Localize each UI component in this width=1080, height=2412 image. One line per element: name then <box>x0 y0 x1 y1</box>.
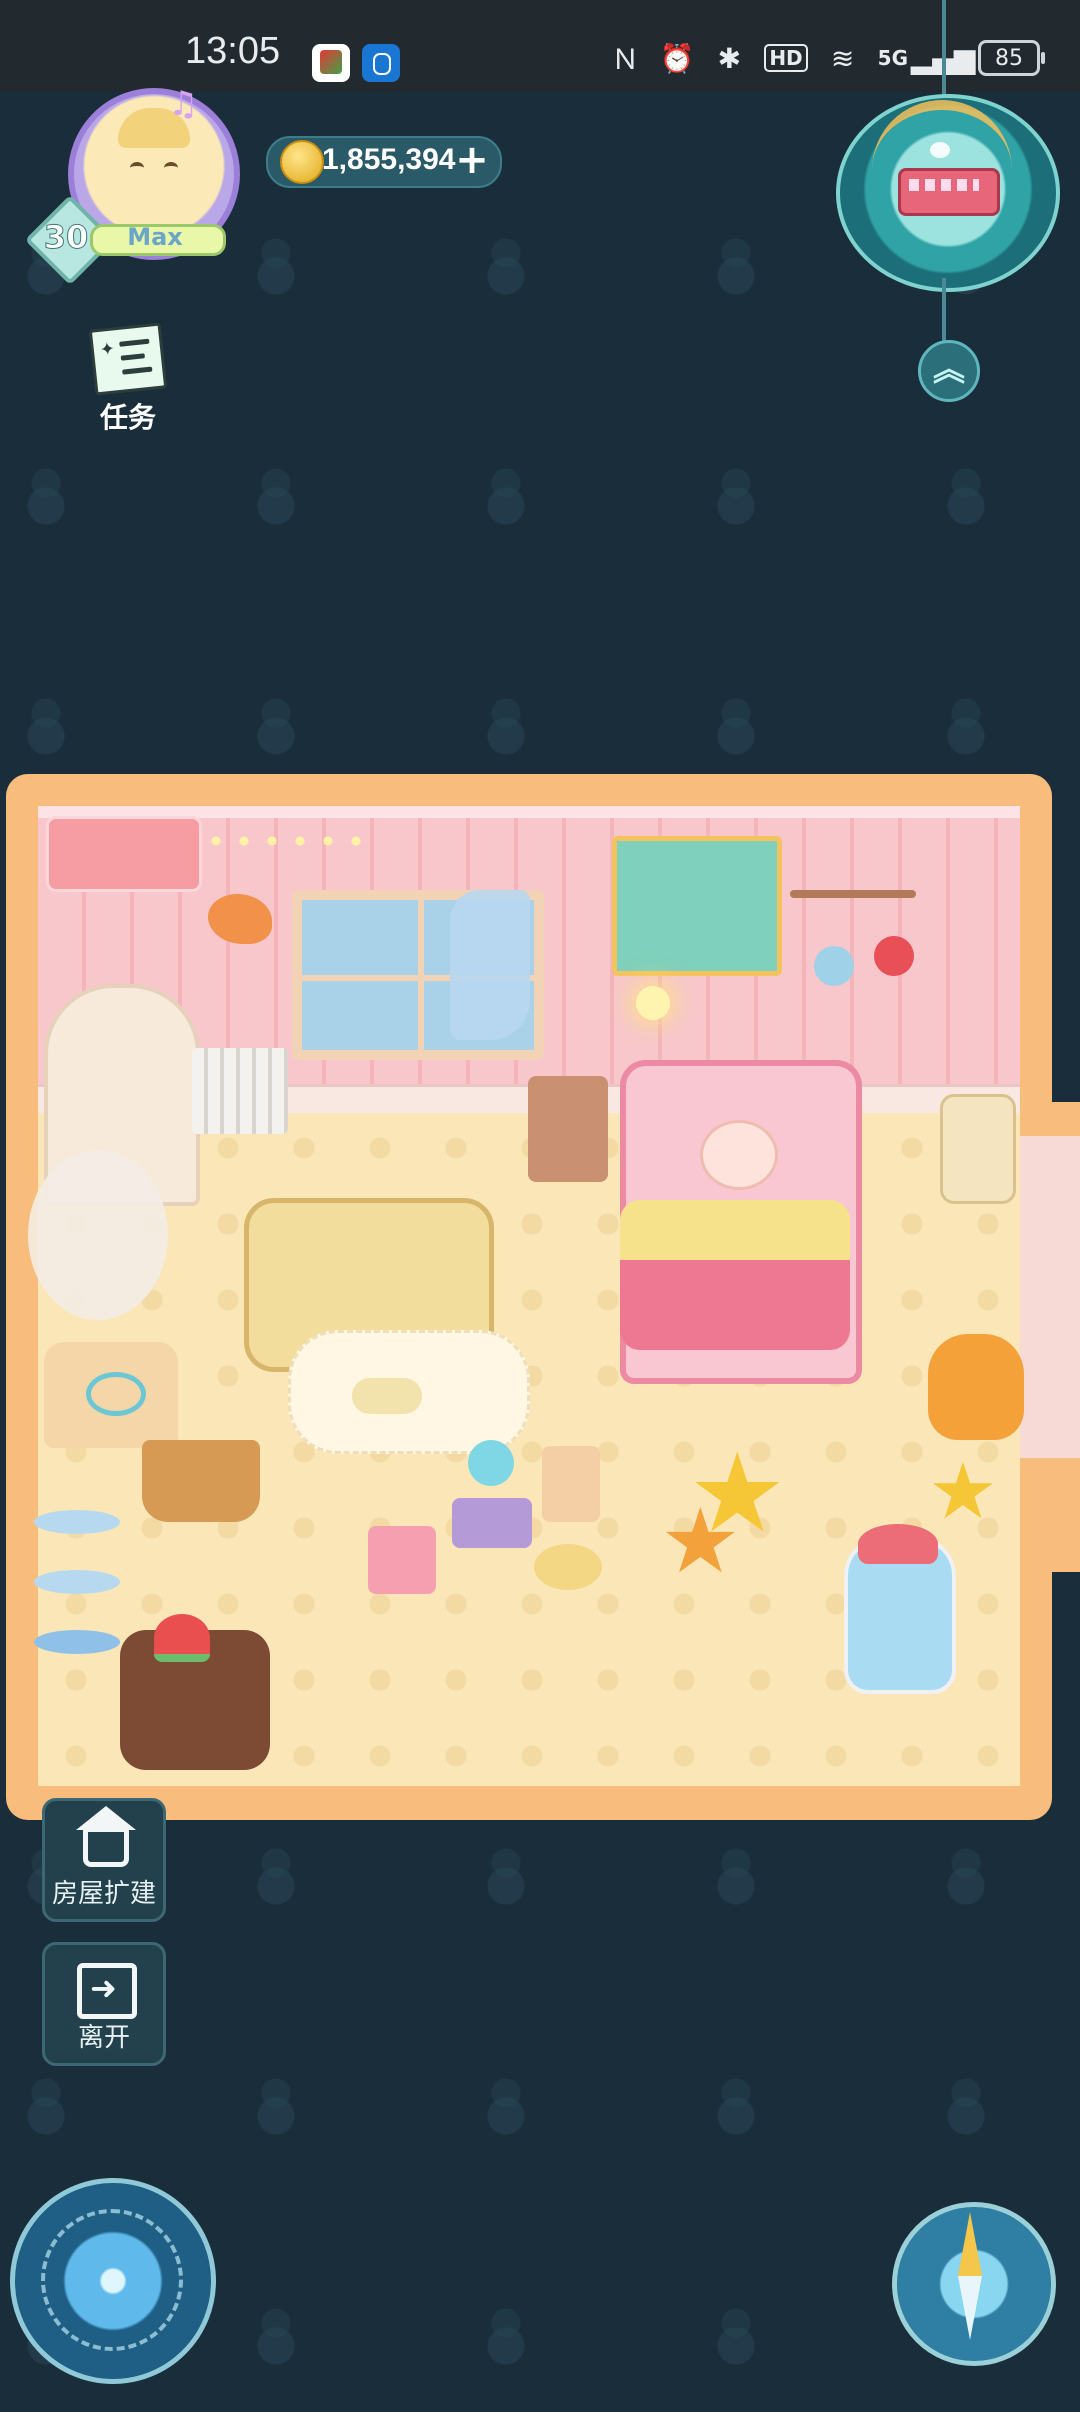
emblem-chain-lower <box>942 278 946 346</box>
status-icons: Ｎ ⏰ ✱ HD ≋ 5G ▂▄▆ 85 <box>608 40 1045 76</box>
compass-needle-icon <box>958 2212 982 2342</box>
wall-lamp[interactable] <box>636 986 670 1020</box>
coin-icon <box>280 140 324 184</box>
expand-house-button[interactable]: 房屋扩建 <box>42 1798 166 1922</box>
status-time: 13:05 <box>185 30 281 72</box>
house-icon <box>76 1806 136 1867</box>
avatar-face <box>126 154 182 194</box>
alarm-icon: ⏰ <box>659 41 695 75</box>
luggage[interactable] <box>940 1094 1016 1204</box>
tasks-label: 任务 <box>99 401 156 434</box>
emblem-chain <box>942 0 946 100</box>
pig-fountain[interactable] <box>928 1334 1024 1440</box>
tiered-shelf[interactable] <box>34 1480 120 1680</box>
nightstand[interactable] <box>528 1076 608 1182</box>
coin-tray[interactable] <box>534 1544 602 1590</box>
add-coins-button[interactable]: + <box>452 140 492 180</box>
signal-5g-icon: 5G <box>877 46 908 70</box>
cake-pile[interactable] <box>120 1614 270 1770</box>
notification-app-icon <box>312 44 350 82</box>
magic-circle-button[interactable] <box>10 2178 216 2384</box>
bluetooth-icon: ✱ <box>717 41 742 75</box>
air-conditioner[interactable] <box>46 816 202 892</box>
tasks-button[interactable]: ✦ 任务 <box>80 318 176 434</box>
gift-box[interactable] <box>368 1526 436 1594</box>
leave-label: 离开 <box>77 2023 130 2053</box>
slippers[interactable] <box>352 1378 422 1414</box>
location-app-icon <box>362 44 400 82</box>
light-garland[interactable] <box>202 828 372 854</box>
star-lamp-small[interactable]: ★ <box>660 1497 748 1587</box>
bread-basket[interactable] <box>142 1440 260 1522</box>
player-level: 30 <box>43 218 89 257</box>
hanging-decorations[interactable] <box>790 890 916 1040</box>
cloud-crib[interactable] <box>44 1342 178 1448</box>
train-icon <box>898 168 1000 216</box>
adjacent-room-preview[interactable] <box>1020 1136 1080 1458</box>
train-smoke <box>930 142 950 158</box>
radiator[interactable] <box>192 1048 288 1134</box>
expand-house-label: 房屋扩建 <box>51 1879 156 1909</box>
flower-pot-table[interactable] <box>452 1440 532 1550</box>
wall-cabinet[interactable] <box>612 836 782 976</box>
task-list-icon: ✦ <box>88 322 168 396</box>
level-status: Max <box>127 223 183 251</box>
exit-icon <box>77 1963 137 2019</box>
expand-menu-button[interactable]: ︽ <box>918 340 980 402</box>
music-note-icon: ♫ <box>168 84 199 124</box>
stool[interactable] <box>542 1446 600 1522</box>
sleeping-bear[interactable] <box>700 1120 778 1190</box>
battery-icon: 85 <box>978 40 1045 76</box>
candy-jar[interactable] <box>844 1524 956 1694</box>
curtain[interactable] <box>450 890 530 1040</box>
bed-blanket <box>620 1200 850 1350</box>
status-bar: 13:05 Ｎ ⏰ ✱ HD ≋ 5G ▂▄▆ 85 <box>0 0 1080 92</box>
wifi-icon: ≋ <box>830 41 855 75</box>
washing-machine[interactable] <box>28 1150 168 1320</box>
nfc-icon: Ｎ <box>611 43 640 76</box>
hd-icon: HD <box>764 44 808 72</box>
star-decoration[interactable]: ★ <box>928 1452 1008 1532</box>
coin-amount: 1,855,394 <box>322 143 456 176</box>
leave-button[interactable]: 离开 <box>42 1942 166 2066</box>
